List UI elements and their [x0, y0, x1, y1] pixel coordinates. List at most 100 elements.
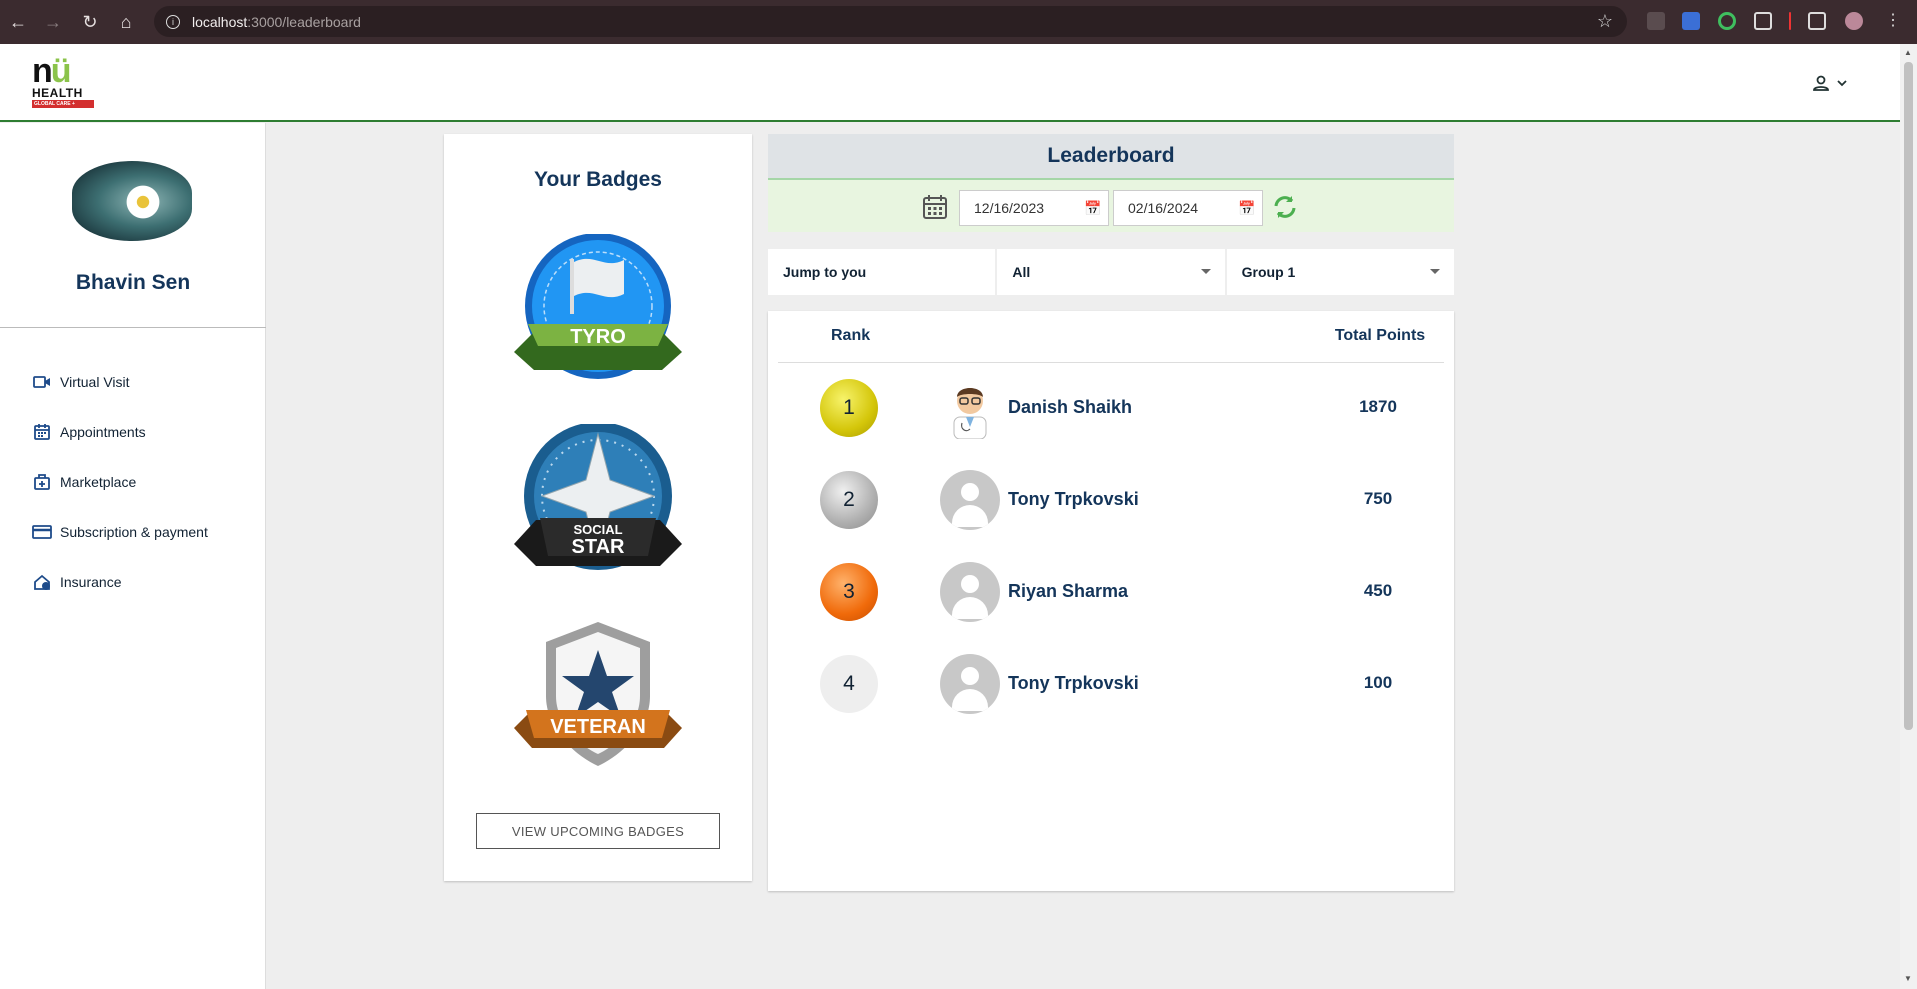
tyro-badge[interactable]: TYRO — [510, 234, 686, 384]
points-column-header: Total Points — [1334, 327, 1426, 344]
start-date-input[interactable]: 12/16/2023 📅 — [959, 190, 1109, 226]
group-select-value: Group 1 — [1241, 264, 1296, 280]
scroll-thumb[interactable] — [1904, 62, 1913, 730]
puzzle-icon[interactable] — [1754, 12, 1772, 30]
app-header: nü HEALTH GLOBAL CARE + — [0, 44, 1900, 122]
user-icon — [1813, 75, 1829, 91]
forward-icon[interactable]: → — [38, 7, 68, 37]
badge-label: STAR — [572, 536, 626, 558]
rank-value: 4 — [843, 672, 855, 695]
date-range-bar: 12/16/2023 📅 02/16/2024 📅 — [768, 180, 1454, 232]
dropdown-arrow-icon — [1429, 269, 1440, 274]
extension-icon[interactable] — [1682, 12, 1700, 30]
leaderboard-filters: Jump to you All Group 1 — [768, 249, 1454, 295]
reload-icon[interactable]: ↻ — [75, 7, 105, 37]
medical-bag-icon — [32, 472, 52, 492]
chevron-down-icon — [1837, 80, 1847, 87]
logo-mark: nü — [32, 52, 72, 90]
social-star-badge[interactable]: SOCIAL STAR — [510, 424, 686, 574]
leaderboard-title: Leaderboard — [768, 134, 1454, 180]
player-points: 100 — [1363, 673, 1393, 692]
logo-health: HEALTH — [32, 86, 83, 100]
sidebar: Bhavin Sen Virtual Visit Appointments Ma… — [0, 123, 266, 989]
home-icon[interactable]: ⌂ — [111, 7, 141, 37]
table-row[interactable]: 1 Danish Shaikh 1870 — [768, 373, 1454, 443]
profile-avatar-image — [72, 161, 192, 241]
home-shield-icon — [32, 572, 52, 592]
doctor-avatar — [953, 388, 987, 439]
calendar-picker-icon[interactable]: 📅 — [1084, 200, 1102, 218]
sidebar-item-subscription[interactable]: Subscription & payment — [32, 507, 208, 557]
default-avatar-icon — [940, 562, 1000, 622]
jump-to-you-button[interactable]: Jump to you — [768, 249, 996, 295]
rank-column-header: Rank — [831, 327, 871, 344]
browser-toolbar: ← → ↻ ⌂ i localhost:3000/leaderboard ☆ ⋮ — [0, 0, 1917, 44]
menu-kebab-icon[interactable]: ⋮ — [1885, 12, 1903, 30]
scroll-down-arrow[interactable]: ▼ — [1904, 974, 1912, 983]
end-date-input[interactable]: 02/16/2024 📅 — [1113, 190, 1263, 226]
logo-tagline: GLOBAL CARE + — [32, 100, 94, 108]
gold-medal-icon: 1 — [820, 379, 878, 437]
badge-label-top: SOCIAL — [573, 522, 622, 537]
sidebar-item-appointments[interactable]: Appointments — [32, 407, 208, 457]
leaderboard-table: Rank Total Points 1 Danish Shaikh 1870 2… — [768, 311, 1454, 891]
scope-select-value: All — [1012, 264, 1031, 280]
scope-select[interactable]: All — [997, 249, 1225, 295]
profile-avatar[interactable] — [1845, 12, 1863, 30]
credit-card-icon — [32, 522, 52, 542]
sidebar-item-label: Virtual Visit — [60, 374, 130, 390]
brand-logo[interactable]: nü HEALTH GLOBAL CARE + — [32, 52, 94, 112]
address-bar[interactable]: i localhost:3000/leaderboard ☆ — [154, 6, 1627, 37]
end-date-value: 02/16/2024 — [1128, 200, 1199, 216]
site-info-icon[interactable]: i — [166, 14, 180, 29]
badges-title: Your Badges — [534, 168, 662, 191]
table-row[interactable]: 2 Tony Trpkovski 750 — [768, 465, 1454, 535]
sidebar-item-label: Marketplace — [60, 474, 137, 490]
player-points: 450 — [1363, 581, 1393, 600]
silver-medal-icon: 2 — [820, 471, 878, 529]
calendar-icon[interactable] — [922, 194, 948, 220]
rank-circle: 4 — [820, 655, 878, 713]
sidebar-item-virtual-visit[interactable]: Virtual Visit — [32, 357, 208, 407]
bronze-medal-icon: 3 — [820, 563, 878, 621]
sidebar-menu: Virtual Visit Appointments Marketplace S… — [32, 357, 208, 607]
player-points: 1870 — [1359, 397, 1397, 416]
divider-icon — [1789, 12, 1791, 30]
player-name: Riyan Sharma — [1008, 581, 1129, 601]
default-avatar-icon — [940, 470, 1000, 530]
profile-name: Bhavin Sen — [75, 271, 191, 294]
extension-icon[interactable] — [1647, 12, 1665, 30]
veteran-badge[interactable]: VETERAN — [510, 620, 686, 770]
view-upcoming-badges-button[interactable]: VIEW UPCOMING BADGES — [476, 813, 720, 849]
sidebar-item-insurance[interactable]: Insurance — [32, 557, 208, 607]
sidepanel-icon[interactable] — [1808, 12, 1826, 30]
rank-value: 3 — [843, 580, 855, 603]
page-scrollbar[interactable]: ▲ ▼ — [1900, 44, 1917, 989]
group-select[interactable]: Group 1 — [1226, 249, 1454, 295]
url-host: localhost — [192, 13, 248, 30]
sidebar-item-label: Appointments — [60, 424, 146, 440]
table-row[interactable]: 3 Riyan Sharma 450 — [768, 557, 1454, 627]
start-date-value: 12/16/2023 — [974, 200, 1045, 216]
video-icon — [32, 372, 52, 392]
refresh-icon[interactable] — [1271, 194, 1299, 220]
badges-card: Your Badges TYRO SOCIAL STAR VETERAN VIE… — [444, 134, 752, 881]
player-points: 750 — [1363, 489, 1393, 508]
badge-label: VETERAN — [550, 716, 646, 738]
sidebar-item-marketplace[interactable]: Marketplace — [32, 457, 208, 507]
default-avatar-icon — [940, 654, 1000, 714]
table-row[interactable]: 4 Tony Trpkovski 100 — [768, 649, 1454, 719]
calendar-icon — [32, 422, 52, 442]
badge-label: TYRO — [570, 326, 626, 348]
url-path: :3000/leaderboard — [247, 13, 361, 30]
back-icon[interactable]: ← — [3, 7, 33, 37]
sidebar-item-label: Insurance — [60, 574, 122, 590]
extension-icon[interactable] — [1718, 12, 1736, 30]
bookmark-star-icon[interactable]: ☆ — [1597, 11, 1613, 32]
user-menu[interactable] — [1812, 74, 1848, 92]
calendar-picker-icon[interactable]: 📅 — [1238, 200, 1256, 218]
header-divider — [778, 362, 1444, 363]
scroll-up-arrow[interactable]: ▲ — [1904, 48, 1912, 57]
sidebar-divider — [0, 327, 266, 328]
player-name: Danish Shaikh — [1008, 397, 1133, 417]
